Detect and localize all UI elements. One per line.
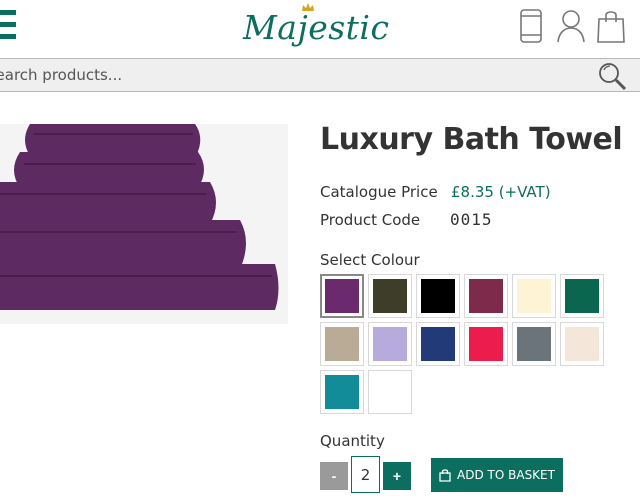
mobile-phone-icon[interactable]: [519, 8, 543, 44]
logo-text: Majestic: [243, 8, 390, 47]
add-to-basket-label: ADD TO BASKET: [457, 468, 555, 482]
basket-icon: [439, 468, 451, 482]
colour-swatch-fill: [517, 279, 551, 313]
search-icon[interactable]: [594, 61, 628, 91]
colour-swatch[interactable]: [464, 274, 508, 318]
colour-swatch-fill: [565, 327, 599, 361]
logo[interactable]: Majestic: [243, 2, 389, 58]
colour-swatch[interactable]: [512, 322, 556, 366]
colour-swatch-fill: [565, 279, 599, 313]
colour-swatch-fill: [325, 375, 359, 409]
colour-swatch-fill: [421, 327, 455, 361]
colour-swatch[interactable]: [368, 274, 412, 318]
quantity-decrease-button[interactable]: -: [320, 462, 348, 490]
price-label: Catalogue Price: [320, 183, 438, 201]
shopping-bag-icon[interactable]: [596, 8, 626, 44]
colour-swatch[interactable]: [320, 370, 364, 414]
add-to-basket-button[interactable]: ADD TO BASKET: [431, 458, 563, 492]
product-title: Luxury Bath Towel: [320, 122, 623, 157]
product-code-value: 0015: [450, 210, 493, 229]
colour-swatch[interactable]: [416, 274, 460, 318]
select-colour-label: Select Colour: [320, 251, 420, 269]
product-code-label: Product Code: [320, 211, 421, 229]
colour-swatch[interactable]: [368, 322, 412, 366]
towel-image: [0, 124, 288, 324]
colour-swatch-fill: [325, 327, 359, 361]
colour-swatch[interactable]: [320, 274, 364, 318]
colour-swatch[interactable]: [320, 322, 364, 366]
colour-swatch[interactable]: [464, 322, 508, 366]
colour-swatch-fill: [373, 327, 407, 361]
product-image: [0, 124, 288, 324]
menu-icon[interactable]: [0, 10, 16, 42]
colour-swatch[interactable]: [512, 274, 556, 318]
colour-swatch-fill: [469, 279, 503, 313]
colour-swatch-fill: [469, 327, 503, 361]
site-header: Majestic: [0, 0, 640, 58]
quantity-input[interactable]: [351, 456, 380, 493]
user-icon[interactable]: [556, 8, 586, 44]
colour-swatch[interactable]: [368, 370, 412, 414]
quantity-label: Quantity: [320, 432, 385, 450]
colour-swatch[interactable]: [560, 322, 604, 366]
colour-swatch[interactable]: [560, 274, 604, 318]
price-value: £8.35 (+VAT): [451, 183, 551, 201]
colour-swatch-fill: [373, 279, 407, 313]
colour-swatch-fill: [517, 327, 551, 361]
colour-swatch-fill: [421, 279, 455, 313]
search-input[interactable]: [0, 63, 566, 87]
search-bar: [0, 58, 640, 92]
colour-swatch-fill: [325, 279, 359, 313]
colour-swatch[interactable]: [416, 322, 460, 366]
colour-swatch-fill: [373, 375, 407, 409]
quantity-increase-button[interactable]: +: [383, 462, 411, 490]
